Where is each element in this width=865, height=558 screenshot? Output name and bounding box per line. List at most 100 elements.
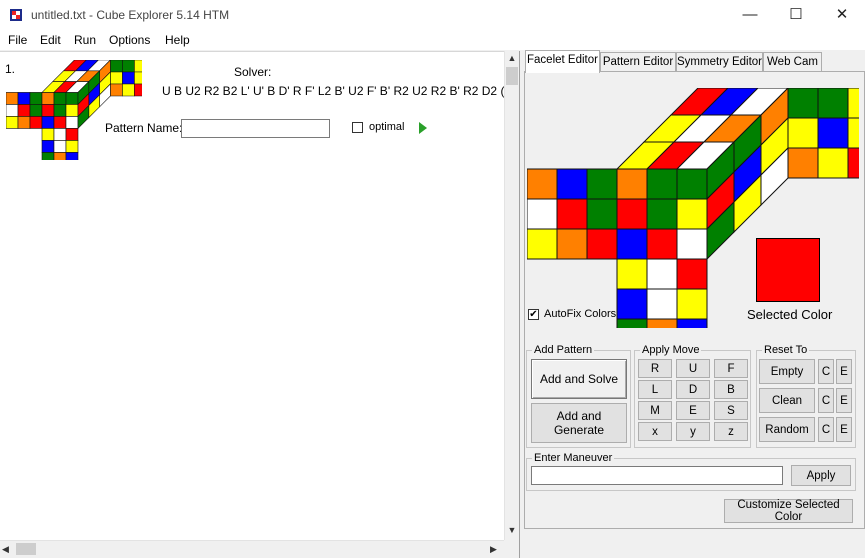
move-E-button[interactable]: E <box>676 401 710 420</box>
customize-selected-color-button[interactable]: Customize Selected Color <box>724 499 853 523</box>
back-face-facelet[interactable] <box>847 87 865 119</box>
back-face-facelet[interactable] <box>787 147 819 179</box>
back-face-facelet[interactable] <box>817 117 849 149</box>
back-face-facelet[interactable] <box>134 83 147 97</box>
front-face-facelet[interactable] <box>646 168 678 200</box>
front-face-facelet[interactable] <box>53 104 67 117</box>
down-face-facelet[interactable] <box>616 318 648 350</box>
move-z-button[interactable]: z <box>714 422 748 441</box>
left-face-facelet[interactable] <box>29 104 43 117</box>
down-face-facelet[interactable] <box>646 258 678 290</box>
left-face-facelet[interactable] <box>526 198 558 230</box>
back-face-facelet[interactable] <box>817 147 849 179</box>
minimize-button[interactable]: — <box>727 0 773 30</box>
pattern-thumbnail[interactable] <box>5 59 147 165</box>
back-face-facelet[interactable] <box>110 59 123 73</box>
front-face-facelet[interactable] <box>616 228 648 260</box>
scroll-thumb[interactable] <box>506 67 518 85</box>
down-face-facelet[interactable] <box>53 152 67 165</box>
down-face-facelet[interactable] <box>53 140 67 153</box>
left-face-facelet[interactable] <box>17 104 31 117</box>
back-face-facelet[interactable] <box>787 117 819 149</box>
left-face-facelet[interactable] <box>5 116 19 129</box>
front-face-facelet[interactable] <box>65 116 79 129</box>
back-face-facelet[interactable] <box>847 147 865 179</box>
front-face-facelet[interactable] <box>616 198 648 230</box>
reset-random-e-button[interactable]: E <box>836 417 852 442</box>
front-face-facelet[interactable] <box>616 168 648 200</box>
reset-empty-e-button[interactable]: E <box>836 359 852 384</box>
add-and-solve-button[interactable]: Add and Solve <box>531 359 627 399</box>
down-face-facelet[interactable] <box>676 258 708 290</box>
down-face-facelet[interactable] <box>676 318 708 350</box>
back-face-facelet[interactable] <box>787 87 819 119</box>
reset-empty-c-button[interactable]: C <box>818 359 834 384</box>
reset-random-c-button[interactable]: C <box>818 417 834 442</box>
front-face-facelet[interactable] <box>65 92 79 105</box>
front-face-facelet[interactable] <box>41 104 55 117</box>
tab-facelet-editor[interactable]: Facelet Editor <box>525 50 600 73</box>
reset-clean-button[interactable]: Clean <box>759 388 815 413</box>
reset-clean-c-button[interactable]: C <box>818 388 834 413</box>
left-face-facelet[interactable] <box>5 104 19 117</box>
back-face-facelet[interactable] <box>122 83 135 97</box>
front-face-facelet[interactable] <box>646 198 678 230</box>
down-face-facelet[interactable] <box>65 128 79 141</box>
front-face-facelet[interactable] <box>676 228 708 260</box>
scroll-down-icon[interactable]: ▼ <box>505 525 519 535</box>
front-face-facelet[interactable] <box>65 104 79 117</box>
down-face-facelet[interactable] <box>41 140 55 153</box>
close-button[interactable]: ✕ <box>819 0 865 30</box>
move-R-button[interactable]: R <box>638 359 672 378</box>
back-face-facelet[interactable] <box>847 117 865 149</box>
move-x-button[interactable]: x <box>638 422 672 441</box>
move-U-button[interactable]: U <box>676 359 710 378</box>
horizontal-scrollbar[interactable]: ◀ ▶ <box>0 540 504 557</box>
scroll-up-icon[interactable]: ▲ <box>505 53 519 63</box>
left-face-facelet[interactable] <box>586 228 618 260</box>
left-face-facelet[interactable] <box>29 92 43 105</box>
pattern-name-input[interactable] <box>181 119 330 138</box>
front-face-facelet[interactable] <box>676 168 708 200</box>
hscroll-thumb[interactable] <box>16 543 36 555</box>
move-B-button[interactable]: B <box>714 380 748 399</box>
down-face-facelet[interactable] <box>646 288 678 320</box>
left-face-facelet[interactable] <box>17 92 31 105</box>
back-face-facelet[interactable] <box>122 59 135 73</box>
front-face-facelet[interactable] <box>676 198 708 230</box>
optimal-checkbox[interactable] <box>352 122 363 133</box>
move-F-button[interactable]: F <box>714 359 748 378</box>
scroll-right-icon[interactable]: ▶ <box>490 544 497 555</box>
left-face-facelet[interactable] <box>29 116 43 129</box>
left-face-facelet[interactable] <box>556 168 588 200</box>
back-face-facelet[interactable] <box>134 71 147 85</box>
autofix-checkbox[interactable]: ✔ <box>528 309 539 320</box>
move-S-button[interactable]: S <box>714 401 748 420</box>
left-face-facelet[interactable] <box>17 116 31 129</box>
down-face-facelet[interactable] <box>41 128 55 141</box>
tab-web-cam[interactable]: Web Cam <box>763 52 822 72</box>
menu-options[interactable]: Options <box>109 33 150 47</box>
front-face-facelet[interactable] <box>53 92 67 105</box>
reset-random-button[interactable]: Random <box>759 417 815 442</box>
down-face-facelet[interactable] <box>646 318 678 350</box>
reset-empty-button[interactable]: Empty <box>759 359 815 384</box>
menu-help[interactable]: Help <box>165 33 190 47</box>
down-face-facelet[interactable] <box>65 140 79 153</box>
down-face-facelet[interactable] <box>53 128 67 141</box>
back-face-facelet[interactable] <box>122 71 135 85</box>
back-face-facelet[interactable] <box>817 87 849 119</box>
left-face-facelet[interactable] <box>526 228 558 260</box>
down-face-facelet[interactable] <box>676 288 708 320</box>
left-face-facelet[interactable] <box>586 198 618 230</box>
reset-clean-e-button[interactable]: E <box>836 388 852 413</box>
maneuver-input[interactable] <box>531 466 783 485</box>
left-face-facelet[interactable] <box>556 198 588 230</box>
tab-symmetry-editor[interactable]: Symmetry Editor <box>676 52 763 72</box>
back-face-facelet[interactable] <box>134 59 147 73</box>
move-L-button[interactable]: L <box>638 380 672 399</box>
down-face-facelet[interactable] <box>616 288 648 320</box>
vertical-scrollbar[interactable]: ▲ ▼ <box>504 51 519 540</box>
scroll-left-icon[interactable]: ◀ <box>2 544 9 555</box>
play-icon[interactable] <box>418 122 428 137</box>
